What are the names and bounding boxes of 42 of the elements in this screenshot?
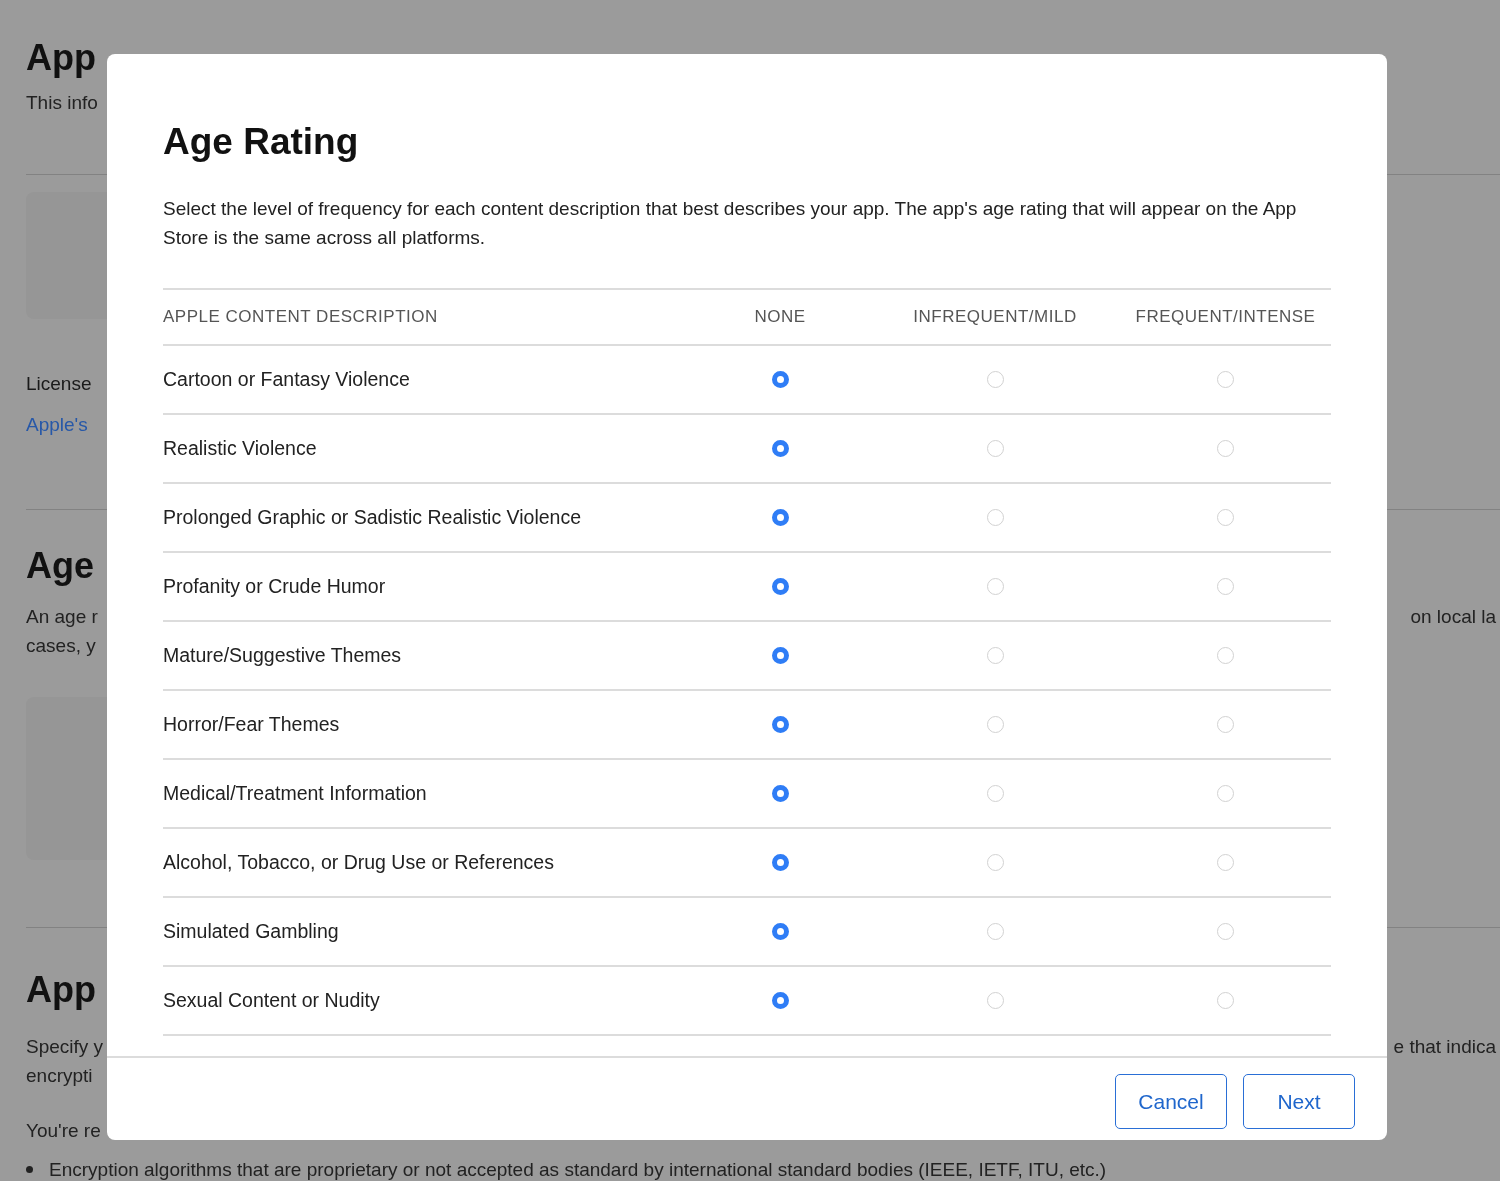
content-description: Prolonged Graphic or Sadistic Realistic Violence <box>163 506 583 529</box>
paragraph-line: You're re <box>26 1119 101 1143</box>
paragraph-line: cases, y <box>26 634 97 658</box>
content-description: Sexual Content or Nudity <box>163 989 381 1012</box>
content-description: Alcohol, Tobacco, or Drug Use or References <box>163 851 555 874</box>
content-description: Cartoon or Fantasy Violence <box>163 368 411 391</box>
content-description: Medical/Treatment Information <box>163 782 428 805</box>
bullet-icon <box>26 1166 33 1173</box>
content-description: Simulated Gambling <box>163 920 340 943</box>
license-label: License <box>26 372 92 396</box>
radio-button[interactable] <box>771 509 789 526</box>
column-header: INFREQUENT/MILD <box>913 307 1077 327</box>
radio-button[interactable] <box>771 923 789 940</box>
section-heading: App <box>26 968 96 1012</box>
section-heading: Age <box>26 544 94 588</box>
radio-button[interactable] <box>771 647 789 664</box>
radio-button[interactable] <box>771 785 789 802</box>
next-button[interactable]: Next <box>1243 1074 1355 1129</box>
paragraph-line: e that indica <box>1393 1035 1497 1059</box>
radio-button[interactable] <box>771 578 789 595</box>
column-header: NONE <box>754 307 806 327</box>
radio-button[interactable] <box>771 992 789 1009</box>
page-heading: App <box>26 36 96 80</box>
bullet-text: Encryption algorithms that are proprietary or not accepted as standard by international standard bodies (IEEE, IETF, ITU, etc.) <box>49 1158 1107 1181</box>
cancel-button[interactable]: Cancel <box>1115 1074 1227 1129</box>
column-header: APPLE CONTENT DESCRIPTION <box>163 307 438 327</box>
content-description: Realistic Violence <box>163 437 318 460</box>
column-header: FREQUENT/INTENSE <box>1135 307 1316 327</box>
radio-button[interactable] <box>771 440 789 457</box>
dialog-description: Select the level of frequency for each content description that best describes your app. The app's age rating that will appear on the App Store is the same across all platforms. <box>163 197 1298 250</box>
content-description: Profanity or Crude Humor <box>163 575 387 598</box>
content-description: Mature/Suggestive Themes <box>163 644 403 667</box>
dialog-title: Age Rating <box>163 120 360 164</box>
paragraph-line: encrypti <box>26 1064 94 1088</box>
paragraph-line: on local la <box>1410 605 1497 629</box>
content-description: Horror/Fear Themes <box>163 713 341 736</box>
intro-text: This info <box>26 91 98 115</box>
radio-button[interactable] <box>771 716 789 733</box>
paragraph-line: An age r <box>26 605 98 629</box>
radio-button[interactable] <box>771 371 789 388</box>
paragraph-line: Specify y <box>26 1035 104 1059</box>
radio-button[interactable] <box>771 854 789 871</box>
